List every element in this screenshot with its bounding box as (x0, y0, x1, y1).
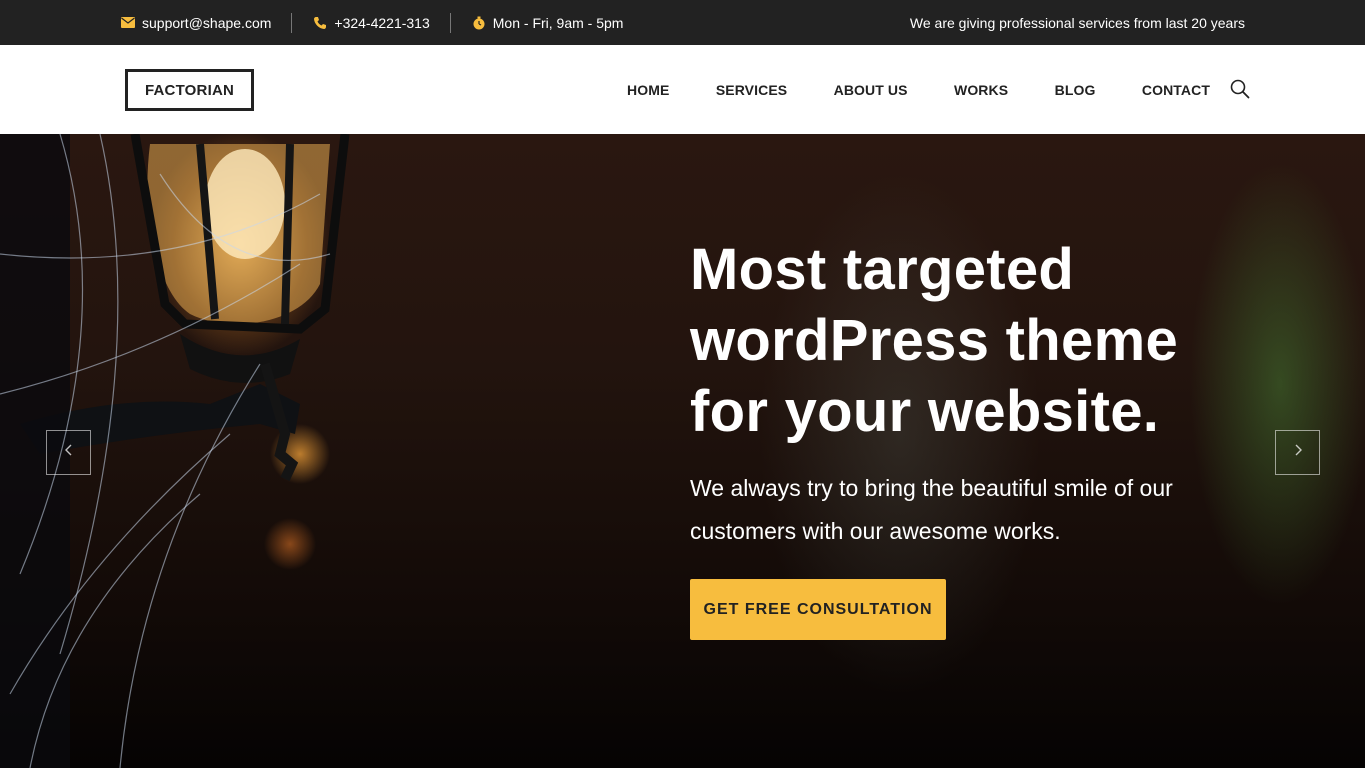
hero-subtitle-line: We always try to bring the beautiful smi… (690, 475, 1173, 501)
contact-info: support@shape.com +324-4221-313 Mon - Fr… (120, 0, 623, 45)
chevron-right-icon (1293, 443, 1303, 462)
hero-title-line: Most targeted (690, 237, 1075, 302)
get-free-consultation-button[interactable]: GET FREE CONSULTATION (690, 579, 946, 640)
divider (449, 12, 451, 33)
slider-next-button[interactable] (1275, 430, 1320, 475)
nav-blog[interactable]: BLOG (1055, 82, 1096, 98)
nav-home[interactable]: HOME (627, 82, 669, 98)
phone-item[interactable]: +324-4221-313 (312, 0, 430, 45)
phone-text: +324-4221-313 (334, 14, 430, 31)
nav-contact[interactable]: CONTACT (1142, 82, 1210, 98)
hours-text: Mon - Fri, 9am - 5pm (492, 14, 624, 31)
slider-prev-button[interactable] (46, 430, 91, 475)
hero-title-line: wordPress theme (690, 308, 1179, 373)
topbar-tagline: We are giving professional services from… (909, 14, 1245, 31)
site-header: FACTORIAN HOME SERVICES ABOUT US WORKS B… (0, 45, 1365, 134)
hero-title-line: for your website. (690, 379, 1160, 444)
hours-item: Mon - Fri, 9am - 5pm (471, 0, 624, 45)
search-icon[interactable] (1230, 79, 1250, 99)
hero-subtitle-line: customers with our awesome works. (690, 518, 1061, 544)
main-nav: HOME SERVICES ABOUT US WORKS BLOG CONTAC… (600, 45, 1210, 134)
top-bar: support@shape.com +324-4221-313 Mon - Fr… (0, 0, 1365, 45)
mail-icon (120, 16, 136, 30)
chevron-left-icon (64, 443, 74, 462)
email-text: support@shape.com (142, 14, 272, 31)
nav-about-us[interactable]: ABOUT US (834, 82, 908, 98)
nav-services[interactable]: SERVICES (716, 82, 787, 98)
clock-icon (471, 16, 487, 30)
nav-works[interactable]: WORKS (954, 82, 1008, 98)
hero-subtitle: We always try to bring the beautiful smi… (690, 467, 1250, 553)
site-logo[interactable]: FACTORIAN (125, 69, 254, 111)
hero-content: Most targeted wordPress theme for your w… (690, 234, 1250, 553)
divider (291, 12, 293, 33)
hero-title: Most targeted wordPress theme for your w… (690, 234, 1250, 447)
hero-slider: Most targeted wordPress theme for your w… (0, 134, 1365, 768)
phone-icon (312, 16, 328, 30)
email-item[interactable]: support@shape.com (120, 0, 271, 45)
